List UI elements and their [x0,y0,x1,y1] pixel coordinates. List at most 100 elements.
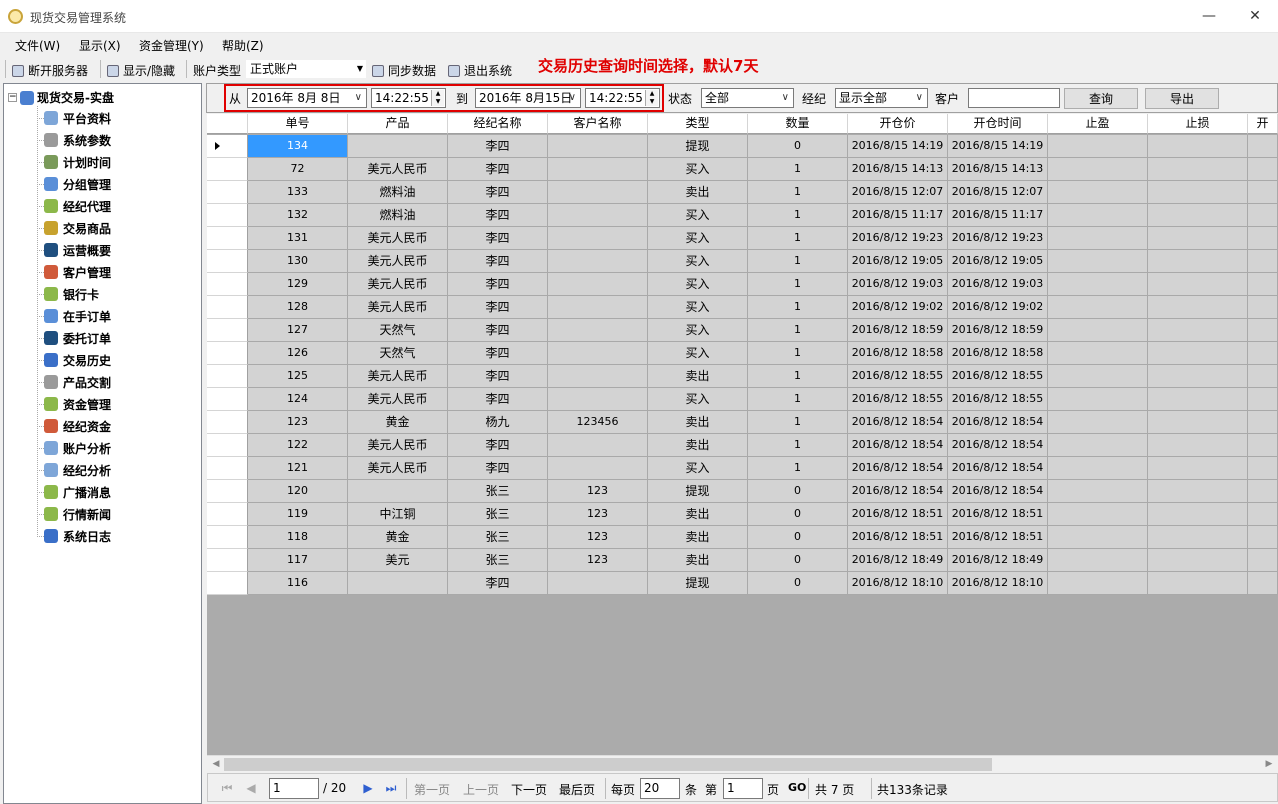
row-header[interactable] [207,273,248,296]
table-row[interactable]: 127 天然气 李四 买入 1 2016/8/12 18:59 2016/8/12 18:5… [207,319,1278,342]
table-cell[interactable]: 美元人民币 [348,273,448,296]
table-cell[interactable] [1048,388,1148,411]
tree-item[interactable]: 银行卡 [44,284,99,304]
row-header[interactable] [207,434,248,457]
table-cell[interactable]: 1 [748,342,848,365]
table-cell[interactable]: 美元人民币 [348,250,448,273]
column-header[interactable]: 产品 [348,114,448,134]
table-cell[interactable]: 美元人民币 [348,434,448,457]
prev-page-link[interactable]: 上一页 [463,781,499,798]
table-row[interactable]: 118 黄金 张三 123 卖出 0 2016/8/12 18:51 2016/8/12 18… [207,526,1278,549]
table-cell[interactable]: 121 [248,457,348,480]
table-cell[interactable]: 2016/8/12 19:23 [948,227,1048,250]
table-cell[interactable] [1048,572,1148,595]
table-cell[interactable]: 2016/8/12 19:05 [848,250,948,273]
table-cell[interactable]: 0 [748,572,848,595]
table-row[interactable]: 116 李四 提现 0 2016/8/12 18:10 2016/8/12 18:10 [207,572,1278,595]
table-cell[interactable] [1048,227,1148,250]
table-cell[interactable]: 2016/8/12 19:05 [948,250,1048,273]
sync-button[interactable]: 同步数据 [372,62,436,79]
table-cell[interactable]: 买入 [648,250,748,273]
table-cell[interactable]: 2016/8/12 18:58 [948,342,1048,365]
table-cell[interactable]: 126 [248,342,348,365]
table-cell[interactable] [1148,526,1248,549]
table-cell[interactable]: 122 [248,434,348,457]
table-cell[interactable] [1248,158,1278,181]
table-cell[interactable] [1248,434,1278,457]
tree-item[interactable]: 交易历史 [44,350,111,370]
table-cell[interactable]: 2016/8/12 18:51 [948,503,1048,526]
table-cell[interactable]: 2016/8/12 19:03 [948,273,1048,296]
row-header[interactable] [207,411,248,434]
table-cell[interactable]: 李四 [448,273,548,296]
table-cell[interactable]: 1 [748,365,848,388]
row-header[interactable] [207,135,248,158]
table-cell[interactable]: 卖出 [648,365,748,388]
table-cell[interactable]: 2016/8/12 19:02 [848,296,948,319]
table-cell[interactable] [1248,273,1278,296]
column-header[interactable]: 单号 [248,114,348,134]
table-cell[interactable]: 2016/8/12 18:58 [848,342,948,365]
table-cell[interactable] [1148,434,1248,457]
row-header[interactable] [207,296,248,319]
table-row[interactable]: 123 黄金 杨九 123456 卖出 1 2016/8/12 18:54 2016/8/12… [207,411,1278,434]
table-cell[interactable] [1048,480,1148,503]
minimize-button-hit[interactable] [1186,0,1232,32]
next-page-link[interactable]: 下一页 [511,781,547,798]
menu-help[interactable]: 帮助(Z) [222,37,264,54]
table-cell[interactable]: 买入 [648,296,748,319]
table-cell[interactable]: 2016/8/15 12:07 [848,181,948,204]
table-cell[interactable] [1248,503,1278,526]
table-cell[interactable]: 美元人民币 [348,457,448,480]
tree-item[interactable]: 账户分析 [44,438,111,458]
table-cell[interactable]: 2016/8/15 14:19 [948,135,1048,158]
row-header[interactable] [207,457,248,480]
table-cell[interactable]: 美元人民币 [348,365,448,388]
go-button[interactable]: GO [788,781,806,794]
table-cell[interactable] [348,480,448,503]
column-header[interactable]: 开仓时间 [948,114,1048,134]
table-row[interactable]: 134 李四 提现 0 2016/8/15 14:19 2016/8/15 14:19 [207,135,1278,158]
table-cell[interactable] [1248,480,1278,503]
tree-item[interactable]: 分组管理 [44,174,111,194]
column-header[interactable]: 开 [1248,114,1278,134]
tree-item[interactable]: 客户管理 [44,262,111,282]
table-cell[interactable] [1148,503,1248,526]
first-page-link[interactable]: 第一页 [414,781,450,798]
table-cell[interactable]: 118 [248,526,348,549]
table-cell[interactable]: 卖出 [648,503,748,526]
table-cell[interactable] [1048,296,1148,319]
table-cell[interactable]: 2016/8/12 18:54 [848,411,948,434]
table-cell[interactable]: 卖出 [648,181,748,204]
table-cell[interactable] [1148,457,1248,480]
table-cell[interactable]: 1 [748,204,848,227]
table-cell[interactable]: 1 [748,273,848,296]
last-page-icon[interactable]: ⏭ [384,780,398,796]
tree-item[interactable]: 产品交割 [44,372,111,392]
table-cell[interactable] [1248,549,1278,572]
table-cell[interactable]: 天然气 [348,319,448,342]
table-cell[interactable]: 天然气 [348,342,448,365]
table-cell[interactable]: 1 [748,296,848,319]
table-cell[interactable] [1248,135,1278,158]
table-row[interactable]: 124 美元人民币 李四 买入 1 2016/8/12 18:55 2016/8/12 18… [207,388,1278,411]
row-header[interactable] [207,572,248,595]
table-cell[interactable] [1048,158,1148,181]
table-cell[interactable]: 2016/8/12 18:54 [948,411,1048,434]
table-cell[interactable] [1048,503,1148,526]
table-cell[interactable]: 134 [248,135,348,158]
table-cell[interactable]: 2016/8/12 18:54 [848,457,948,480]
table-cell[interactable] [1048,273,1148,296]
table-cell[interactable]: 美元 [348,549,448,572]
table-cell[interactable] [548,319,648,342]
table-cell[interactable]: 提现 [648,480,748,503]
row-header[interactable] [207,480,248,503]
scroll-thumb[interactable] [224,758,992,771]
table-cell[interactable]: 2016/8/12 18:59 [848,319,948,342]
table-cell[interactable] [1148,365,1248,388]
table-row[interactable]: 133 燃料油 李四 卖出 1 2016/8/15 12:07 2016/8/15 12:0… [207,181,1278,204]
table-cell[interactable]: 123 [548,480,648,503]
tree-item[interactable]: 系统日志 [44,526,111,546]
table-cell[interactable] [348,135,448,158]
table-cell[interactable] [1248,204,1278,227]
